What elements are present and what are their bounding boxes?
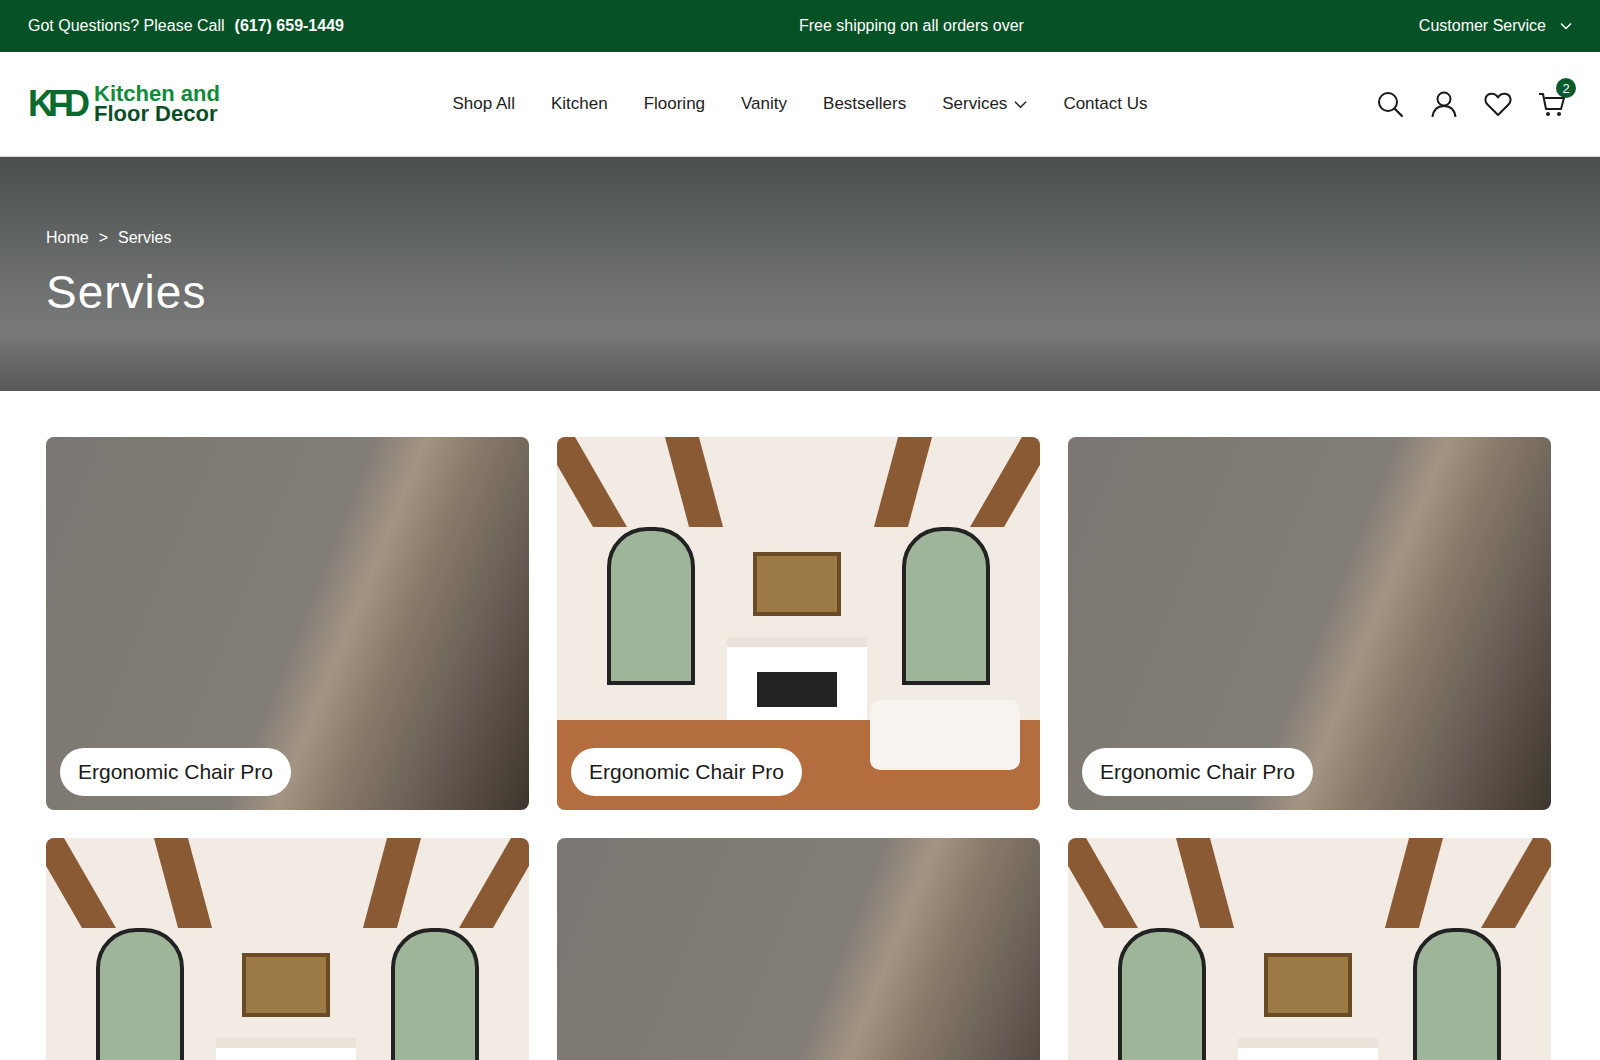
page-title: Servies [46,265,1554,319]
breadcrumb-item[interactable]: Home [46,229,89,247]
nav-item[interactable]: Vanity [741,94,787,114]
service-card[interactable] [1068,838,1551,1060]
beam [154,838,212,928]
beam [665,437,723,527]
customer-service-menu[interactable]: Customer Service [1419,17,1572,35]
fireplace [727,637,867,727]
page: Got Questions? Please Call (617) 659-1449… [0,0,1600,1060]
phone-link[interactable]: (617) 659-1449 [235,17,344,35]
window [902,527,990,685]
beam [1385,838,1443,928]
service-card[interactable]: Ergonomic Chair Pro [1068,437,1551,810]
nav-item[interactable]: Kitchen [551,94,608,114]
customer-service-label: Customer Service [1419,17,1546,35]
logo-mark: KFD [28,83,92,125]
search-icon[interactable] [1376,90,1404,118]
beam [874,437,932,527]
chevron-down-icon [1014,100,1027,109]
hero-banner: Home > Servies Servies [0,157,1600,391]
beam [1481,838,1551,928]
beam [1068,838,1138,928]
artwork [753,552,841,616]
promo-text: Free shipping on all orders over [739,17,1024,35]
account-icon[interactable] [1430,90,1458,118]
card-label: Ergonomic Chair Pro [1082,748,1313,796]
artwork [242,953,330,1017]
header-icons: 2 [1376,90,1572,118]
nav-item[interactable]: Contact Us [1063,94,1147,114]
beam [1176,838,1234,928]
nav-item[interactable]: Flooring [644,94,705,114]
beam [970,437,1040,527]
window [96,928,184,1060]
logo-line: Kitchen and [94,84,220,104]
window [391,928,479,1060]
service-card[interactable]: Ergonomic Chair Pro [46,437,529,810]
logo[interactable]: KFDKitchen andFloor Decor [28,83,453,125]
breadcrumb: Home > Servies [46,229,1554,247]
fireplace [1238,1038,1378,1060]
main-nav: Shop All Kitchen Flooring Vanity Bestsellers… [453,94,1148,114]
card-label: Ergonomic Chair Pro [60,748,291,796]
header: KFDKitchen andFloor DecorShop AllKitchen… [0,52,1600,157]
cart-button[interactable]: 2 [1538,90,1568,118]
cart-count-badge: 2 [1556,78,1576,98]
beam [46,838,116,928]
nav-item[interactable]: Services [942,94,1027,114]
beam [459,838,529,928]
chevron-down-icon [1560,22,1572,30]
beam [557,437,627,527]
card-label: Ergonomic Chair Pro [571,748,802,796]
logo-line: Floor Decor [94,104,220,124]
service-card[interactable]: Ergonomic Chair Pro [557,437,1040,810]
beam [363,838,421,928]
phone-info: Got Questions? Please Call (617) 659-1449 [28,17,344,35]
window [1118,928,1206,1060]
breadcrumb-separator: > [99,229,108,247]
service-card[interactable] [46,838,529,1060]
fireplace [216,1038,356,1060]
service-card[interactable] [557,838,1040,1060]
services-grid: Ergonomic Chair Pro Ergonomic Chair Pro Er… [0,391,1600,1060]
artwork [1264,953,1352,1017]
window [1413,928,1501,1060]
top-bar: Got Questions? Please Call (617) 659-1449… [0,0,1600,52]
breadcrumb-item[interactable]: Servies [118,229,171,247]
wishlist-heart-icon[interactable] [1484,90,1512,118]
sofa [870,700,1020,770]
phone-label: Got Questions? Please Call [28,17,225,35]
window [607,527,695,685]
logo-words: Kitchen andFloor Decor [94,84,220,124]
nav-item[interactable]: Shop All [453,94,515,114]
nav-item[interactable]: Bestsellers [823,94,906,114]
